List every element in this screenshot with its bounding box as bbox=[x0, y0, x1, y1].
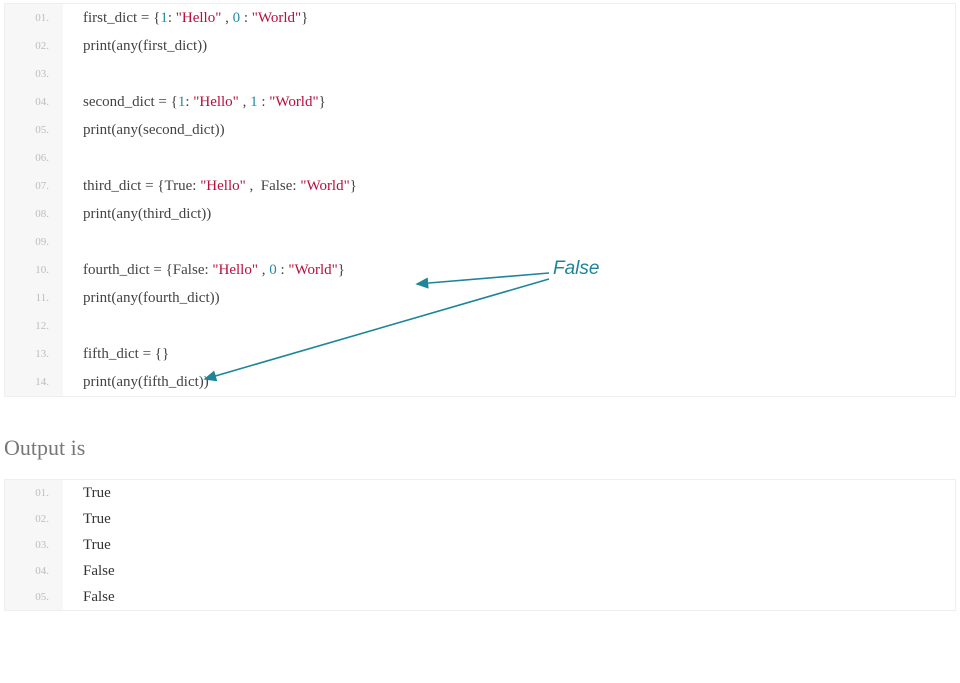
code-line: 04.second_dict = {1: "Hello" , 1 : "Worl… bbox=[5, 88, 955, 116]
code-content: print(any(fifth_dict)) bbox=[63, 368, 209, 396]
line-number: 07. bbox=[5, 172, 63, 200]
code-line: 11. print(any(fourth_dict)) bbox=[5, 284, 955, 312]
output-block: 01.True02.True03.True04.False05.False bbox=[4, 479, 956, 611]
line-number: 05. bbox=[5, 116, 63, 144]
code-token: : bbox=[258, 94, 270, 110]
code-token: fourth_dict = {False: bbox=[83, 262, 212, 278]
code-token: 1 bbox=[250, 94, 258, 110]
output-text: False bbox=[63, 558, 115, 584]
code-content: first_dict = {1: "Hello" , 0 : "World"} bbox=[63, 4, 308, 32]
line-number: 03. bbox=[5, 532, 63, 558]
line-number: 04. bbox=[5, 88, 63, 116]
code-line: 13. fifth_dict = {} bbox=[5, 340, 955, 368]
output-text: True bbox=[63, 506, 111, 532]
output-line: 01.True bbox=[5, 480, 955, 506]
code-token: print(any(third_dict)) bbox=[83, 206, 211, 222]
code-token: fifth_dict = {} bbox=[83, 346, 169, 362]
line-number: 03. bbox=[5, 60, 63, 88]
code-line: 02. print(any(first_dict)) bbox=[5, 32, 955, 60]
code-token: 1 bbox=[160, 10, 168, 26]
code-line: 03. bbox=[5, 60, 955, 88]
code-token: , bbox=[258, 262, 269, 278]
code-token: print(any(second_dict)) bbox=[83, 122, 225, 138]
line-number: 08. bbox=[5, 200, 63, 228]
output-text: True bbox=[63, 480, 111, 506]
line-number: 13. bbox=[5, 340, 63, 368]
code-content: second_dict = {1: "Hello" , 1 : "World"} bbox=[63, 88, 326, 116]
code-line: 07.third_dict = {True: "Hello" , False: … bbox=[5, 172, 955, 200]
output-line: 04.False bbox=[5, 558, 955, 584]
code-token: first_dict = { bbox=[83, 10, 160, 26]
code-token: : bbox=[240, 10, 252, 26]
code-token: "World" bbox=[269, 94, 318, 110]
code-token: 0 bbox=[269, 262, 277, 278]
code-line: 06. bbox=[5, 144, 955, 172]
code-token: third_dict = {True: bbox=[83, 178, 200, 194]
code-line: 08. print(any(third_dict)) bbox=[5, 200, 955, 228]
code-token: "World" bbox=[252, 10, 301, 26]
annotation-label: False bbox=[553, 258, 599, 280]
code-line: 09. bbox=[5, 228, 955, 256]
line-number: 01. bbox=[5, 480, 63, 506]
code-token: : bbox=[277, 262, 289, 278]
line-number: 05. bbox=[5, 584, 63, 610]
line-number: 14. bbox=[5, 368, 63, 396]
code-token: print(any(first_dict)) bbox=[83, 38, 207, 54]
code-content: third_dict = {True: "Hello" , False: "Wo… bbox=[63, 172, 357, 200]
line-number: 01. bbox=[5, 4, 63, 32]
output-line: 03.True bbox=[5, 532, 955, 558]
code-token: 0 bbox=[233, 10, 241, 26]
output-text: True bbox=[63, 532, 111, 558]
code-block: 01.first_dict = {1: "Hello" , 0 : "World… bbox=[4, 3, 956, 397]
code-token: "World" bbox=[300, 178, 349, 194]
code-content: print(any(third_dict)) bbox=[63, 200, 211, 228]
line-number: 06. bbox=[5, 144, 63, 172]
code-line: 05. print(any(second_dict)) bbox=[5, 116, 955, 144]
output-line: 02.True bbox=[5, 506, 955, 532]
output-line: 05.False bbox=[5, 584, 955, 610]
code-token: } bbox=[319, 94, 326, 110]
output-heading: Output is bbox=[4, 435, 960, 461]
code-line: 12. bbox=[5, 312, 955, 340]
code-token: "Hello" bbox=[212, 262, 258, 278]
output-text: False bbox=[63, 584, 115, 610]
line-number: 02. bbox=[5, 506, 63, 532]
code-content: fourth_dict = {False: "Hello" , 0 : "Wor… bbox=[63, 256, 345, 284]
code-line: 10.fourth_dict = {False: "Hello" , 0 : "… bbox=[5, 256, 955, 284]
line-number: 12. bbox=[5, 312, 63, 340]
code-token: , False: bbox=[246, 178, 301, 194]
code-content: fifth_dict = {} bbox=[63, 340, 169, 368]
line-number: 02. bbox=[5, 32, 63, 60]
code-token: } bbox=[301, 10, 308, 26]
code-token: , bbox=[221, 10, 232, 26]
code-token: , bbox=[239, 94, 250, 110]
code-line: 01.first_dict = {1: "Hello" , 0 : "World… bbox=[5, 4, 955, 32]
line-number: 04. bbox=[5, 558, 63, 584]
code-token: } bbox=[338, 262, 345, 278]
code-line: 14. print(any(fifth_dict)) bbox=[5, 368, 955, 396]
code-token: print(any(fourth_dict)) bbox=[83, 290, 220, 306]
code-token: "Hello" bbox=[193, 94, 239, 110]
code-token: "Hello" bbox=[176, 10, 222, 26]
line-number: 09. bbox=[5, 228, 63, 256]
code-content: print(any(first_dict)) bbox=[63, 32, 207, 60]
code-token: print(any(fifth_dict)) bbox=[83, 374, 209, 390]
code-token: "World" bbox=[288, 262, 337, 278]
code-token: } bbox=[350, 178, 357, 194]
code-token: : bbox=[168, 10, 176, 26]
code-token: second_dict = { bbox=[83, 94, 178, 110]
line-number: 10. bbox=[5, 256, 63, 284]
code-content: print(any(second_dict)) bbox=[63, 116, 225, 144]
code-content: print(any(fourth_dict)) bbox=[63, 284, 220, 312]
code-token: "Hello" bbox=[200, 178, 246, 194]
line-number: 11. bbox=[5, 284, 63, 312]
